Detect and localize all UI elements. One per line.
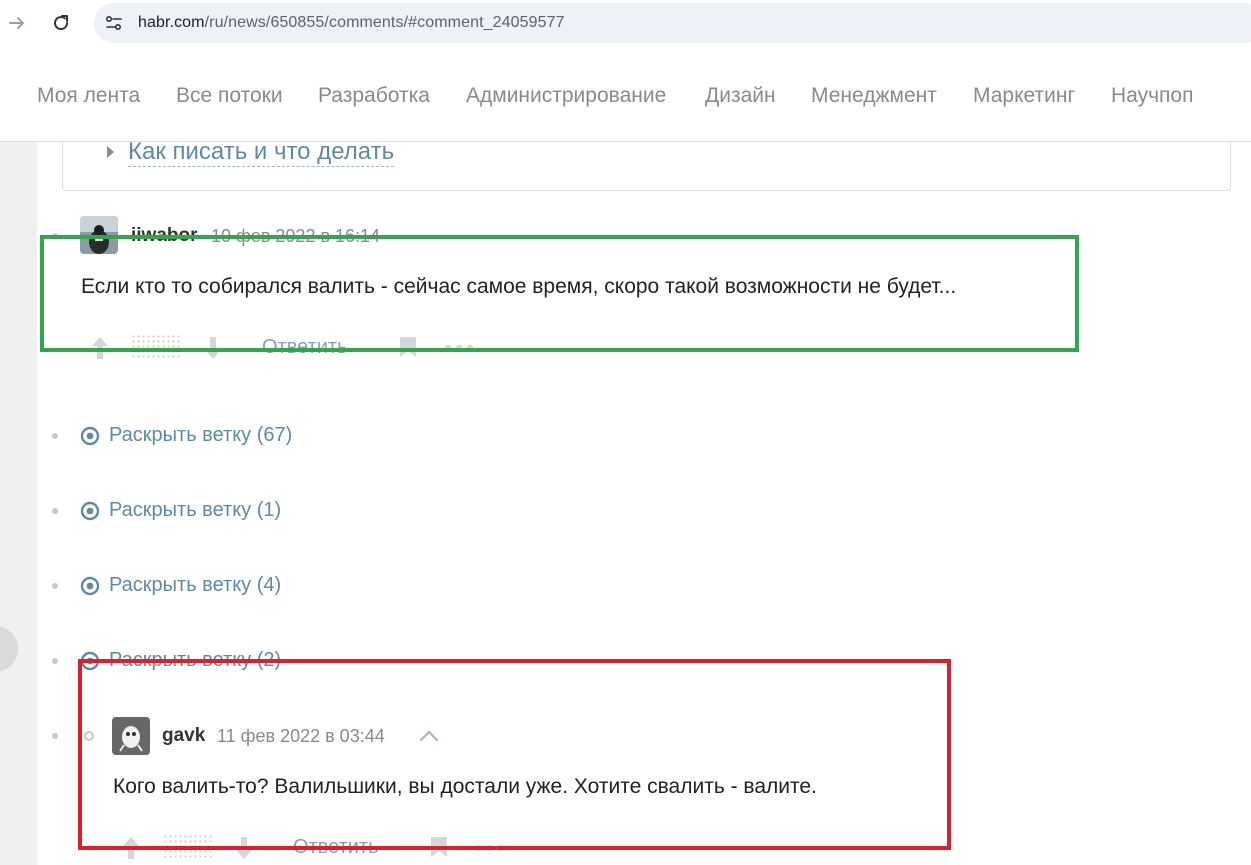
url-host: habr.com (138, 14, 205, 31)
nav-item-management[interactable]: Менеджмент (811, 84, 937, 108)
nav-item-all-streams[interactable]: Все потоки (176, 84, 283, 108)
site-info-icon[interactable] (104, 13, 124, 33)
nav-item-my-feed[interactable]: Моя лента (37, 84, 140, 108)
expand-branch-button[interactable]: Раскрыть ветку (67) (80, 424, 292, 447)
thread-dot (52, 583, 58, 589)
nav-item-popular-science[interactable]: Научпоп (1111, 84, 1193, 108)
expand-branch-label[interactable]: Раскрыть ветку (4) (109, 574, 281, 597)
reload-icon (54, 15, 69, 31)
thread-dot (52, 733, 58, 739)
nav-item-development[interactable]: Разработка (318, 84, 430, 108)
expand-branch-icon (80, 426, 100, 445)
thread-dot (52, 658, 58, 664)
browser-toolbar: habr.com/ru/news/650855/comments/#commen… (0, 0, 1251, 48)
thread-dot (52, 508, 58, 514)
address-bar[interactable]: habr.com/ru/news/650855/comments/#commen… (94, 3, 1251, 43)
expand-branch-label[interactable]: Раскрыть ветку (1) (109, 499, 281, 522)
caret-right-icon (107, 146, 114, 159)
forward-button[interactable] (2, 8, 32, 38)
url-path: /ru/news/650855/comments/#comment_240595… (204, 14, 565, 31)
left-gutter (0, 142, 37, 865)
nav-item-marketing[interactable]: Маркетинг (973, 84, 1075, 108)
highlight-box-red (78, 659, 951, 850)
arrow-forward-icon (9, 17, 24, 29)
rules-link[interactable]: Как писать и что делать (128, 138, 395, 167)
highlight-box-green (40, 235, 1079, 352)
reload-button[interactable] (46, 8, 76, 38)
expand-branch-icon (80, 501, 100, 520)
side-scroll-button[interactable] (0, 626, 18, 672)
thread-dot (52, 433, 58, 439)
expand-branch-button[interactable]: Раскрыть ветку (4) (80, 574, 281, 597)
expand-branch-icon (80, 576, 100, 595)
rules-link-row[interactable]: Как писать и что делать (107, 138, 395, 167)
nav-item-design[interactable]: Дизайн (705, 84, 776, 108)
expand-branch-button[interactable]: Раскрыть ветку (1) (80, 499, 281, 522)
url-text: habr.com/ru/news/650855/comments/#commen… (138, 14, 565, 32)
nav-item-administration[interactable]: Администрирование (466, 84, 666, 108)
expand-branch-label[interactable]: Раскрыть ветку (67) (109, 424, 292, 447)
site-navigation: Моя лента Все потоки Разработка Админист… (0, 48, 1251, 142)
